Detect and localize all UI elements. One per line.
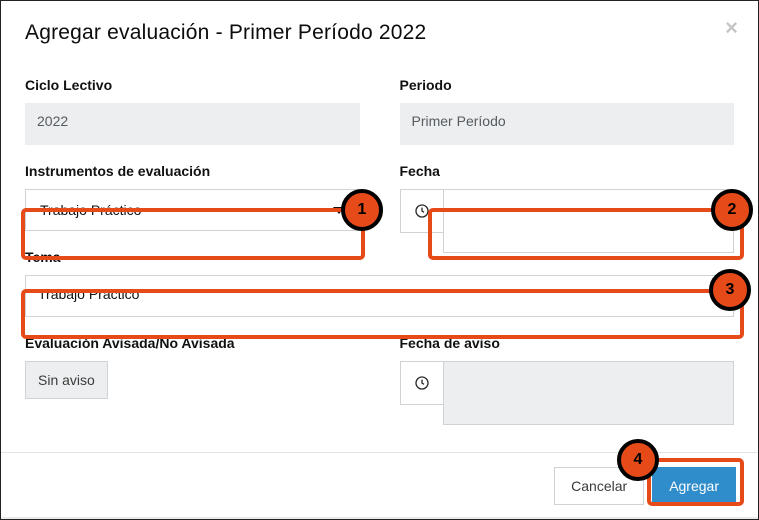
avisada-toggle[interactable]: Sin aviso bbox=[25, 361, 108, 399]
fecha-label: Fecha bbox=[400, 163, 735, 179]
fecha-input-group bbox=[400, 189, 735, 231]
chevron-down-icon bbox=[333, 207, 345, 214]
modal-footer: Cancelar Agregar bbox=[1, 452, 758, 519]
fecha-input[interactable] bbox=[443, 189, 735, 253]
fecha-aviso-input bbox=[443, 361, 735, 425]
instrumento-select[interactable]: Trabajo Práctico bbox=[25, 189, 360, 231]
ciclo-field: 2022 bbox=[25, 103, 360, 145]
avisada-label: Evaluación Avisada/No Avisada bbox=[25, 335, 360, 351]
fecha-aviso-input-group bbox=[400, 361, 735, 403]
add-evaluation-modal: Agregar evaluación - Primer Período 2022… bbox=[0, 0, 759, 520]
modal-title: Agregar evaluación - Primer Período 2022 bbox=[25, 21, 734, 45]
modal-header: Agregar evaluación - Primer Período 2022… bbox=[1, 1, 758, 59]
clock-icon[interactable] bbox=[400, 189, 443, 233]
cancel-button[interactable]: Cancelar bbox=[554, 467, 644, 505]
modal-body: Ciclo Lectivo 2022 Periodo Primer Períod… bbox=[1, 59, 758, 403]
close-icon[interactable]: × bbox=[725, 17, 738, 39]
fecha-aviso-label: Fecha de aviso bbox=[400, 335, 735, 351]
ciclo-label: Ciclo Lectivo bbox=[25, 77, 360, 93]
periodo-field: Primer Período bbox=[400, 103, 735, 145]
tema-input[interactable]: Trabajo Práctico bbox=[25, 275, 734, 317]
instrumento-value: Trabajo Práctico bbox=[40, 202, 141, 218]
periodo-label: Periodo bbox=[400, 77, 735, 93]
add-button[interactable]: Agregar bbox=[652, 467, 736, 505]
clock-icon bbox=[400, 361, 443, 405]
instrumento-label: Instrumentos de evaluación bbox=[25, 163, 360, 179]
